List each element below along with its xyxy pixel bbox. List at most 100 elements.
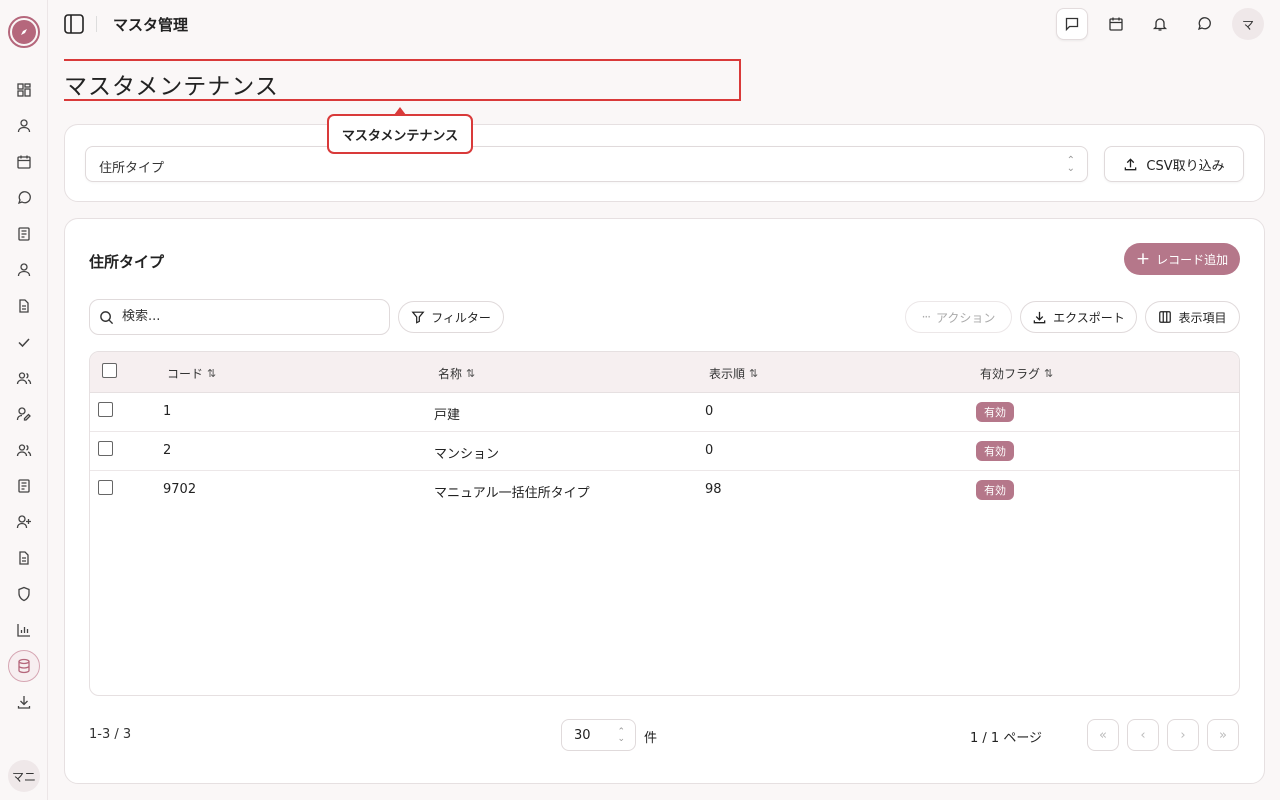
sidebar: マニ [0, 0, 48, 800]
header-avatar[interactable]: マ [1232, 8, 1264, 40]
columns-button[interactable]: 表示項目 [1145, 301, 1240, 333]
dashboard-icon[interactable] [8, 74, 40, 106]
cell-order: 98 [705, 482, 722, 497]
user-icon[interactable] [8, 110, 40, 142]
filter-button[interactable]: フィルター [398, 301, 504, 333]
master-type-value: 住所タイプ [99, 161, 165, 176]
columns-icon [1159, 311, 1172, 323]
status-badge: 有効 [976, 402, 1014, 422]
table-row[interactable]: 9702 マニュアル一括住所タイプ 98 有効 [90, 471, 1239, 510]
table-header: コード ⇅ 名称 ⇅ 表示順 ⇅ 有効フラグ ⇅ [90, 352, 1239, 393]
group-icon[interactable] [8, 434, 40, 466]
app-logo[interactable] [8, 16, 40, 48]
header-name[interactable]: 名称 ⇅ [438, 365, 475, 382]
filter-label: フィルター [431, 310, 491, 325]
message-square-icon[interactable] [1056, 8, 1088, 40]
search-input[interactable] [122, 309, 372, 324]
add-record-button[interactable]: + レコード追加 [1124, 243, 1240, 275]
page-size-unit: 件 [644, 731, 658, 746]
cell-name: マンション [434, 447, 500, 462]
page-size-value: 30 [574, 728, 591, 743]
filter-icon [411, 311, 425, 324]
action-button[interactable]: ··· アクション [905, 301, 1012, 333]
status-badge: 有効 [976, 480, 1014, 500]
header-code-label: コード [167, 367, 204, 381]
cell-order: 0 [705, 404, 714, 419]
row-checkbox[interactable] [98, 480, 113, 495]
user-plus-icon[interactable] [8, 506, 40, 538]
person-icon[interactable] [8, 254, 40, 286]
download-icon[interactable] [8, 686, 40, 718]
export-label: エクスポート [1053, 310, 1125, 325]
cell-code: 9702 [163, 482, 197, 497]
table-row[interactable]: 2 マンション 0 有効 [90, 432, 1239, 471]
page-size-select[interactable]: 30 ⌃ ⌄ [561, 719, 636, 751]
export-button[interactable]: エクスポート [1020, 301, 1137, 333]
user-edit-icon[interactable] [8, 398, 40, 430]
calendar-icon[interactable] [8, 146, 40, 178]
plus-icon: + [1135, 249, 1151, 269]
upload-icon [1125, 157, 1137, 170]
section-title: 住所タイプ [89, 253, 165, 271]
header-divider [96, 16, 97, 32]
status-badge: 有効 [976, 441, 1014, 461]
page-title-tooltip: マスタメンテナンス [327, 114, 473, 154]
page-title: マスタメンテナンス [64, 74, 279, 100]
bar-chart-icon[interactable] [8, 614, 40, 646]
records-table: コード ⇅ 名称 ⇅ 表示順 ⇅ 有効フラグ ⇅ 1 戸建 0 有効 2 マンション 0… [89, 351, 1240, 696]
last-page-icon[interactable]: » [1207, 719, 1239, 751]
select-all-checkbox[interactable] [102, 363, 117, 378]
header-flag-label: 有効フラグ [980, 367, 1041, 381]
prev-page-icon[interactable]: ‹ [1127, 719, 1159, 751]
row-checkbox[interactable] [98, 402, 113, 417]
sort-icon: ⇅ [466, 367, 476, 380]
document-icon[interactable] [8, 290, 40, 322]
columns-label: 表示項目 [1178, 310, 1227, 325]
pagination-range: 1-3 / 3 [89, 727, 132, 742]
header-title: マスタ管理 [113, 16, 189, 34]
header-flag[interactable]: 有効フラグ ⇅ [980, 365, 1053, 382]
sort-icon: ⇅ [749, 367, 759, 380]
csv-import-button[interactable]: CSV取り込み [1104, 146, 1244, 182]
search-icon [100, 311, 114, 325]
records-card: 住所タイプ + レコード追加 フィルター ··· アクション エクスポート 表示… [64, 218, 1265, 784]
bell-icon[interactable] [1144, 8, 1176, 40]
more-horizontal-icon: ··· [921, 310, 932, 324]
file-text-icon[interactable] [8, 542, 40, 574]
master-type-select[interactable]: 住所タイプ ⌃ ⌄ [85, 146, 1088, 182]
check-icon[interactable] [8, 326, 40, 358]
chevrons-up-down-icon: ⌃ ⌄ [1066, 155, 1075, 174]
cell-code: 1 [163, 404, 172, 419]
page-info: 1 / 1 ページ [970, 731, 1043, 746]
header-order-label: 表示順 [709, 367, 746, 381]
calendar-icon[interactable] [1100, 8, 1132, 40]
cell-order: 0 [705, 443, 714, 458]
top-header: マスタ管理 マ [48, 0, 1280, 48]
chevrons-up-down-icon: ⌃ ⌄ [617, 727, 625, 744]
header-name-label: 名称 [438, 367, 463, 381]
book-icon[interactable] [8, 218, 40, 250]
user-avatar[interactable]: マニ [8, 760, 40, 792]
shield-icon[interactable] [8, 578, 40, 610]
header-actions: マ [1056, 8, 1264, 40]
action-label: アクション [936, 310, 996, 325]
header-code[interactable]: コード ⇅ [167, 365, 216, 382]
chat-icon[interactable] [8, 182, 40, 214]
cell-code: 2 [163, 443, 172, 458]
users-icon[interactable] [8, 362, 40, 394]
next-page-icon[interactable]: › [1167, 719, 1199, 751]
first-page-icon[interactable]: « [1087, 719, 1119, 751]
page-title-highlight: マスタメンテナンス [64, 59, 741, 101]
header-order[interactable]: 表示順 ⇅ [709, 365, 758, 382]
row-checkbox[interactable] [98, 441, 113, 456]
csv-import-label: CSV取り込み [1146, 158, 1225, 174]
compass-icon [12, 20, 36, 44]
database-icon[interactable] [8, 650, 40, 682]
sidebar-toggle-icon[interactable] [62, 12, 86, 36]
master-select-card: 住所タイプ ⌃ ⌄ CSV取り込み [64, 124, 1265, 202]
tooltip-arrow [394, 107, 406, 115]
chat-bubble-icon[interactable] [1188, 8, 1220, 40]
table-row[interactable]: 1 戸建 0 有効 [90, 393, 1239, 432]
sort-icon: ⇅ [207, 367, 217, 380]
notebook-icon[interactable] [8, 470, 40, 502]
